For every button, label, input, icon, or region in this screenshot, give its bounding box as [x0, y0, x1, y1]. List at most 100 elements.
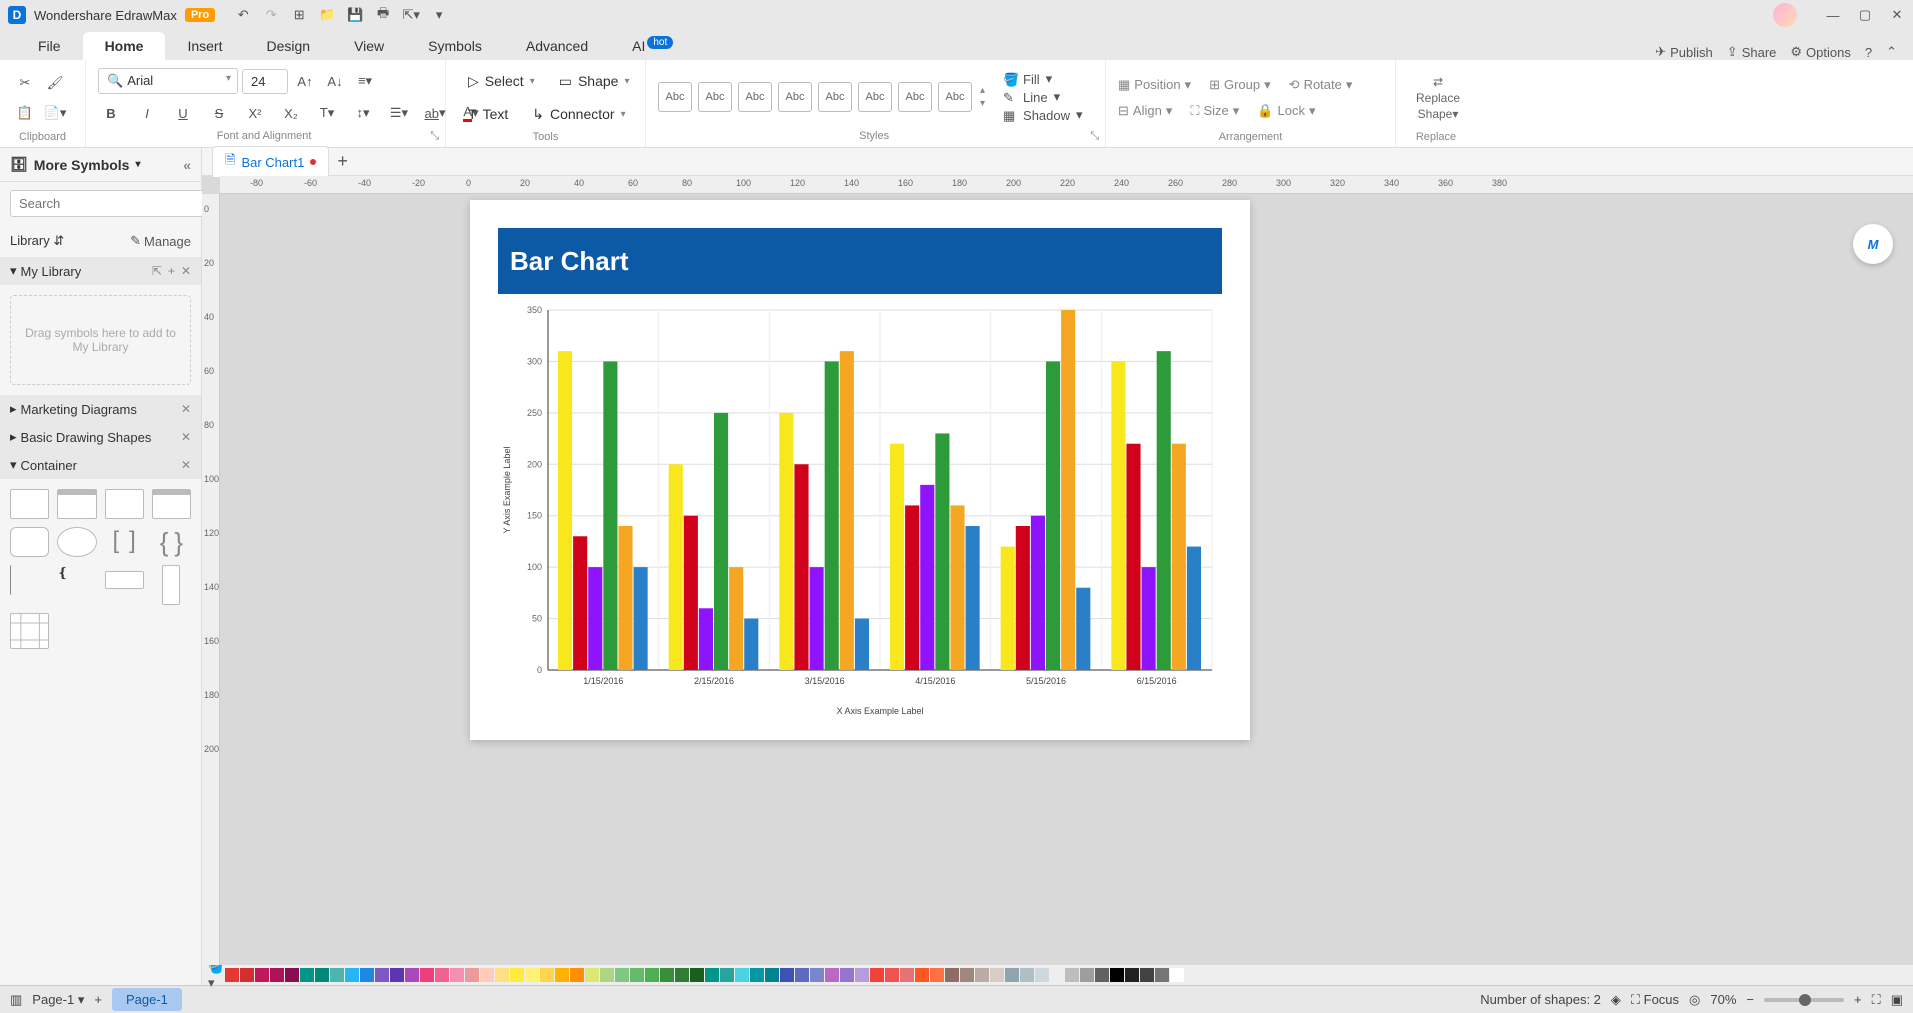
more-symbols-button[interactable]: 🗄 More Symbols▾ « — [0, 148, 201, 182]
color-swatch[interactable] — [990, 968, 1004, 982]
color-swatch[interactable] — [540, 968, 554, 982]
style-swatch[interactable]: Abc — [818, 82, 852, 112]
print-icon[interactable]: 🖶 — [375, 7, 391, 23]
color-swatch[interactable] — [1095, 968, 1109, 982]
shape-divider[interactable] — [10, 565, 49, 595]
color-swatch[interactable] — [660, 968, 674, 982]
color-swatch[interactable] — [765, 968, 779, 982]
underline-icon[interactable]: U — [170, 100, 196, 126]
publish-button[interactable]: ✈Publish — [1655, 44, 1713, 60]
color-swatch[interactable] — [780, 968, 794, 982]
color-swatch[interactable] — [1140, 968, 1154, 982]
menu-ai[interactable]: AIhot — [610, 32, 695, 60]
options-button[interactable]: ⚙Options — [1790, 44, 1850, 60]
menu-home[interactable]: Home — [83, 32, 166, 60]
select-tool[interactable]: ▷ Select▾ — [458, 69, 545, 94]
italic-icon[interactable]: I — [134, 100, 160, 126]
zoom-slider[interactable] — [1764, 998, 1844, 1002]
color-swatch[interactable] — [855, 968, 869, 982]
align-button[interactable]: ⊟ Align▾ — [1118, 103, 1172, 119]
zoom-in-button[interactable]: + — [1854, 992, 1862, 1007]
color-swatch[interactable] — [465, 968, 479, 982]
minimize-icon[interactable]: — — [1825, 7, 1841, 23]
align-icon[interactable]: ≡▾ — [352, 68, 378, 94]
shape-rect-header[interactable] — [57, 489, 96, 519]
color-swatch[interactable] — [1065, 968, 1079, 982]
add-page-button[interactable]: + — [94, 992, 102, 1007]
color-swatch[interactable] — [1125, 968, 1139, 982]
color-swatch[interactable] — [1170, 968, 1184, 982]
zoom-out-button[interactable]: − — [1746, 992, 1754, 1007]
color-swatch[interactable] — [525, 968, 539, 982]
page-selector[interactable]: Page-1 ▾ — [32, 992, 84, 1008]
maximize-icon[interactable]: ▢ — [1857, 7, 1873, 23]
share-button[interactable]: ⇪Share — [1727, 44, 1777, 60]
help-button[interactable]: ? — [1865, 45, 1872, 60]
import-icon[interactable]: ⇱ — [152, 264, 162, 278]
shape-brace-left[interactable]: ❴ — [57, 565, 96, 595]
text-tool[interactable]: T Text — [458, 102, 518, 126]
canvas[interactable]: Bar Chart 0501001502002503003501/15/2016… — [220, 194, 1913, 965]
bold-icon[interactable]: B — [98, 100, 124, 126]
style-swatch[interactable]: Abc — [898, 82, 932, 112]
menu-design[interactable]: Design — [244, 32, 332, 60]
fill-button[interactable]: 🪣Fill▾ — [1003, 71, 1083, 87]
color-swatch[interactable] — [405, 968, 419, 982]
close-section-icon[interactable]: ✕ — [181, 264, 191, 278]
color-swatch[interactable] — [300, 968, 314, 982]
color-swatch[interactable] — [645, 968, 659, 982]
color-swatch[interactable] — [585, 968, 599, 982]
color-swatch[interactable] — [255, 968, 269, 982]
color-swatch[interactable] — [600, 968, 614, 982]
color-swatch[interactable] — [285, 968, 299, 982]
style-swatch[interactable]: Abc — [858, 82, 892, 112]
chart-title[interactable]: Bar Chart — [498, 228, 1222, 294]
color-swatch[interactable] — [810, 968, 824, 982]
layers-icon[interactable]: ◈ — [1611, 992, 1621, 1008]
shape-rect[interactable] — [10, 489, 49, 519]
replace-shape-button[interactable]: ⇄ Replace Shape▾ — [1408, 75, 1468, 121]
color-swatch[interactable] — [885, 968, 899, 982]
page-tab[interactable]: Page-1 — [112, 988, 182, 1011]
color-swatch[interactable] — [240, 968, 254, 982]
font-size-select[interactable]: 24 — [242, 69, 288, 94]
style-swatch[interactable]: Abc — [698, 82, 732, 112]
list-icon[interactable]: ☰▾ — [386, 100, 412, 126]
color-swatch[interactable] — [705, 968, 719, 982]
close-icon[interactable]: ✕ — [1889, 7, 1905, 23]
color-swatch[interactable] — [510, 968, 524, 982]
paste-icon[interactable]: 📄▾ — [42, 100, 68, 126]
color-swatch[interactable] — [720, 968, 734, 982]
fullscreen-icon[interactable]: ▣ — [1891, 992, 1903, 1008]
color-swatch[interactable] — [480, 968, 494, 982]
color-swatch[interactable] — [945, 968, 959, 982]
color-swatch[interactable] — [675, 968, 689, 982]
save-icon[interactable]: 💾 — [347, 7, 363, 23]
open-icon[interactable]: 📁 — [319, 7, 335, 23]
color-swatch[interactable] — [330, 968, 344, 982]
shape-round-rect[interactable] — [10, 527, 49, 557]
styles-down-icon[interactable]: ▾ — [980, 98, 985, 109]
shape-ellipse[interactable] — [57, 527, 96, 557]
cut-icon[interactable]: ✂ — [12, 70, 38, 96]
color-swatch[interactable] — [975, 968, 989, 982]
chart[interactable]: 0501001502002503003501/15/20162/15/20163… — [498, 300, 1222, 720]
shape-brackets[interactable] — [105, 527, 144, 557]
new-icon[interactable]: ⊞ — [291, 7, 307, 23]
section-marketing[interactable]: ▸ Marketing Diagrams ✕ — [0, 395, 201, 423]
section-container[interactable]: ▾ Container ✕ — [0, 451, 201, 479]
color-swatch[interactable] — [1155, 968, 1169, 982]
document-tab[interactable]: 🗎 Bar Chart1 — [212, 146, 329, 177]
connector-tool[interactable]: ↳ Connector▾ — [522, 102, 635, 127]
color-swatch[interactable] — [690, 968, 704, 982]
color-swatch[interactable] — [450, 968, 464, 982]
color-swatch[interactable] — [825, 968, 839, 982]
menu-insert[interactable]: Insert — [165, 32, 244, 60]
style-swatch[interactable]: Abc — [938, 82, 972, 112]
more-icon[interactable]: ▾ — [431, 7, 447, 23]
ai-float-button[interactable]: M — [1853, 224, 1893, 264]
color-swatch[interactable] — [840, 968, 854, 982]
fit-page-icon[interactable]: ⛶ — [1872, 992, 1881, 1008]
highlight-icon[interactable]: ab▾ — [422, 100, 448, 126]
close-section-icon[interactable]: ✕ — [181, 402, 191, 416]
